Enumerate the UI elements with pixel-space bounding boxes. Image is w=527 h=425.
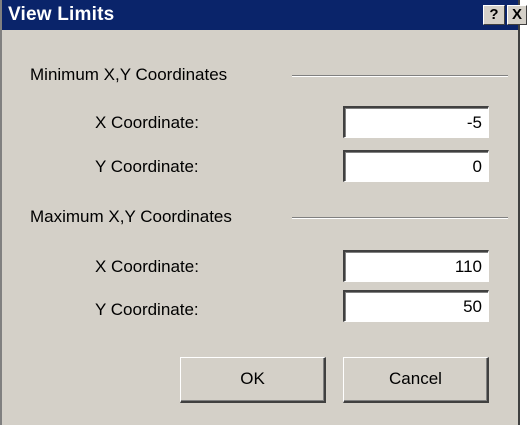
max-y-label: Y Coordinate: xyxy=(95,300,199,319)
min-x-label: X Coordinate: xyxy=(95,113,199,132)
maximum-group-divider xyxy=(292,217,508,219)
ok-button[interactable]: OK xyxy=(180,357,326,403)
minimum-group-label: Minimum X,Y Coordinates xyxy=(30,65,236,85)
cancel-button[interactable]: Cancel xyxy=(343,357,489,403)
title-bar[interactable]: View Limits ? X xyxy=(2,0,527,30)
min-x-coordinate-input[interactable] xyxy=(343,106,489,138)
max-x-coordinate-input[interactable] xyxy=(343,250,489,282)
max-x-label: X Coordinate: xyxy=(95,257,199,276)
min-y-coordinate-input[interactable] xyxy=(343,150,489,182)
view-limits-dialog: View Limits ? X Minimum X,Y Coordinates … xyxy=(0,0,527,425)
min-y-label: Y Coordinate: xyxy=(95,157,199,176)
minimum-group-divider xyxy=(292,75,508,77)
maximum-group-label: Maximum X,Y Coordinates xyxy=(30,207,240,227)
close-button[interactable]: X xyxy=(507,5,527,25)
max-y-coordinate-input[interactable] xyxy=(343,290,489,322)
dialog-title: View Limits xyxy=(8,4,115,25)
help-button[interactable]: ? xyxy=(483,5,505,25)
